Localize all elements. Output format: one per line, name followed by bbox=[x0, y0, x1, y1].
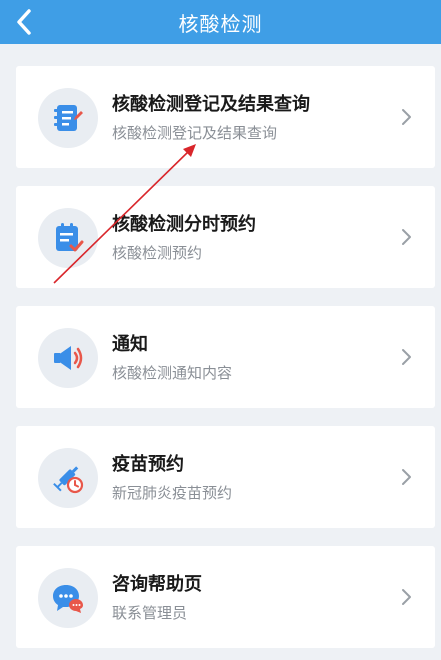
speaker-icon bbox=[38, 328, 98, 388]
list-item-nucleic-test-registration[interactable]: 核酸检测登记及结果查询 核酸检测登记及结果查询 bbox=[16, 66, 435, 168]
item-title: 核酸检测分时预约 bbox=[112, 214, 256, 235]
top-bar: 核酸检测 bbox=[0, 0, 441, 44]
item-title: 咨询帮助页 bbox=[112, 574, 202, 595]
item-title: 疫苗预约 bbox=[112, 454, 184, 475]
list-item-help[interactable]: 咨询帮助页 联系管理员 bbox=[16, 546, 435, 648]
chevron-right-icon bbox=[399, 466, 413, 488]
chevron-right-icon bbox=[399, 226, 413, 248]
item-subtitle: 核酸检测预约 bbox=[112, 244, 203, 262]
item-title: 通知 bbox=[112, 334, 148, 355]
item-title: 核酸检测登记及结果查询 bbox=[112, 94, 310, 115]
item-subtitle: 新冠肺炎疫苗预约 bbox=[112, 484, 233, 502]
item-subtitle: 核酸检测通知内容 bbox=[112, 364, 233, 382]
page-title: 核酸检测 bbox=[178, 11, 263, 36]
syringe-clock-icon bbox=[38, 448, 98, 508]
item-subtitle: 核酸检测登记及结果查询 bbox=[112, 124, 278, 142]
list-item-notice[interactable]: 通知 核酸检测通知内容 bbox=[16, 306, 435, 408]
item-subtitle: 联系管理员 bbox=[112, 604, 188, 622]
list-item-time-slot-booking[interactable]: 核酸检测分时预约 核酸检测预约 bbox=[16, 186, 435, 288]
chevron-left-icon bbox=[17, 9, 31, 35]
notebook-pen-icon bbox=[38, 88, 98, 148]
list-item-vaccine-booking[interactable]: 疫苗预约 新冠肺炎疫苗预约 bbox=[16, 426, 435, 528]
back-button[interactable] bbox=[10, 6, 38, 38]
chevron-right-icon bbox=[399, 106, 413, 128]
clipboard-check-icon bbox=[38, 208, 98, 268]
chat-bubbles-icon bbox=[38, 568, 98, 628]
chevron-right-icon bbox=[399, 346, 413, 368]
chevron-right-icon bbox=[399, 586, 413, 608]
